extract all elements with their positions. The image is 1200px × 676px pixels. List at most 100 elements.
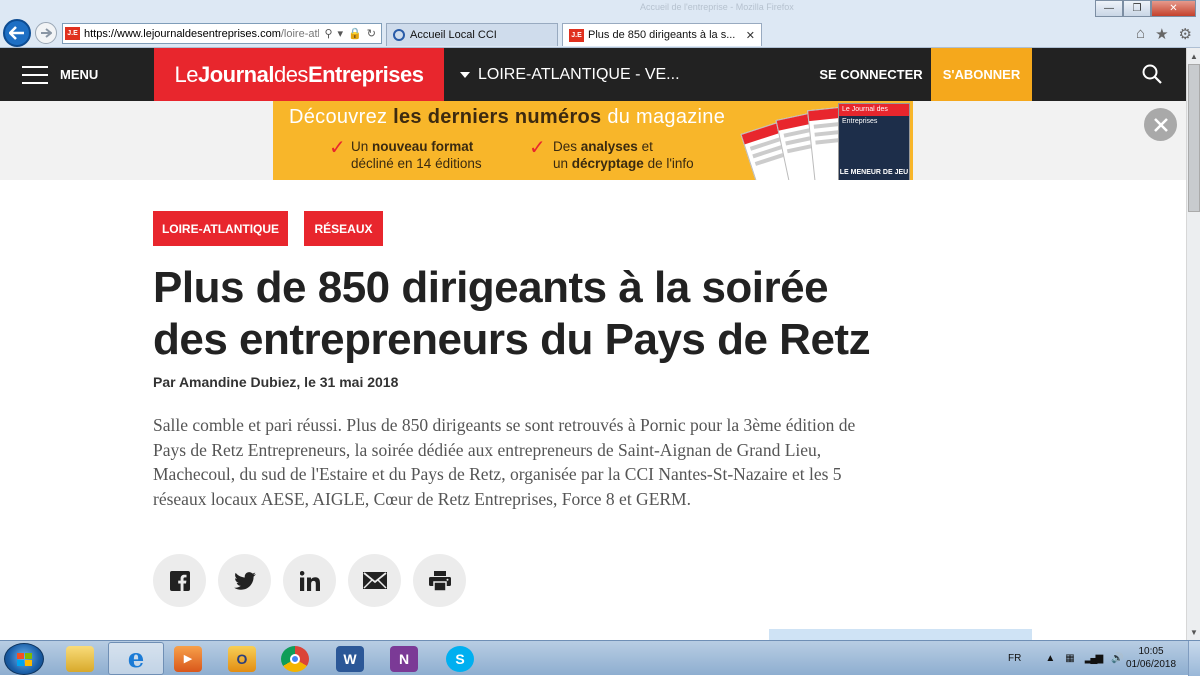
site-logo[interactable]: Le Journal des Entreprises	[154, 48, 444, 101]
volume-icon[interactable]: 🔊	[1111, 653, 1123, 664]
window-controls: — ❐ ✕	[1095, 0, 1196, 17]
search-icon[interactable]: ⚲	[324, 27, 332, 40]
close-tab-icon[interactable]: ✕	[746, 29, 755, 42]
settings-gear-icon[interactable]: ⚙	[1179, 25, 1192, 43]
taskbar-word[interactable]: W	[322, 642, 378, 675]
subscribe-button[interactable]: S'ABONNER	[931, 48, 1032, 101]
address-bar[interactable]: J.E https://www.lejournaldesentreprises.…	[62, 23, 382, 44]
clock-date: 01/06/2018	[1125, 659, 1177, 670]
article-title: Plus de 850 dirigeants à la soirée des e…	[153, 263, 871, 364]
share-print-button[interactable]	[413, 554, 466, 607]
taskbar-clock[interactable]: 10:05 01/06/2018	[1124, 645, 1178, 671]
share-buttons	[153, 554, 466, 607]
show-hidden-icons-icon[interactable]: ▲	[1045, 653, 1055, 664]
article-byline: Par Amandine Dubiez, le 31 mai 2018	[153, 374, 399, 390]
caret-down-icon	[460, 71, 470, 78]
ad-text-bold: décryptage	[571, 156, 644, 171]
taskbar-skype[interactable]: S	[432, 642, 488, 675]
article-lead: Salle comble et pari réussi. Plus de 850…	[153, 415, 856, 509]
tag-loire-atlantique[interactable]: LOIRE-ATLANTIQUE	[153, 211, 288, 246]
logo-text-entreprises: Entreprises	[307, 61, 424, 87]
outlook-icon: O	[228, 645, 256, 672]
home-icon[interactable]: ⌂	[1136, 25, 1145, 43]
folder-icon	[66, 645, 94, 672]
page-scrollbar[interactable]: ▲ ▼	[1186, 48, 1200, 640]
word-icon: W	[336, 645, 364, 672]
taskbar-chrome[interactable]	[267, 642, 323, 675]
site-header: MENU Le Journal des Entreprises LOIRE-ATLAN…	[0, 48, 1186, 101]
checkmark-icon: ✓	[329, 137, 346, 159]
close-ad-button[interactable]	[1144, 108, 1177, 141]
ad-point-format: Un nouveau format décliné en 14 éditions	[351, 138, 482, 172]
forward-button[interactable]	[35, 22, 57, 44]
scroll-up-icon[interactable]: ▲	[1187, 48, 1200, 64]
share-twitter-button[interactable]	[218, 554, 271, 607]
ad-text: Des	[553, 139, 581, 154]
network-icon[interactable]: ▦	[1065, 653, 1074, 664]
onenote-icon: N	[390, 645, 418, 672]
ad-text: de l'info	[643, 156, 694, 171]
back-button[interactable]	[3, 19, 31, 47]
close-window-button[interactable]: ✕	[1151, 0, 1196, 17]
hamburger-icon	[22, 65, 48, 84]
url-host: https://www.lejournaldesentreprises.com	[84, 27, 281, 40]
cover-caption: LE MENEUR DE JEU	[839, 169, 909, 176]
windows-taskbar: e ▶ O W N S FR ▲ ▦ ▂▄▆ 🔊 10:05 01/06/201…	[0, 640, 1200, 676]
browser-chrome: Accueil de l'entreprise - Mozilla Firefo…	[0, 0, 1200, 48]
menu-button[interactable]: MENU	[22, 48, 98, 101]
internet-explorer-icon: e	[127, 643, 145, 674]
scroll-down-icon[interactable]: ▼	[1187, 624, 1200, 640]
browser-tab-cci[interactable]: Accueil Local CCI	[386, 23, 558, 46]
scrollbar-thumb[interactable]	[1188, 64, 1200, 212]
taskbar-outlook[interactable]: O	[214, 642, 270, 675]
ad-title-part: du magazine	[601, 106, 726, 128]
taskbar-media-player[interactable]: ▶	[160, 642, 216, 675]
print-icon	[428, 570, 451, 591]
ad-strip: Découvrez les derniers numéros du magazi…	[0, 101, 1186, 180]
signal-bars-icon[interactable]: ▂▄▆	[1085, 653, 1104, 664]
share-facebook-button[interactable]	[153, 554, 206, 607]
region-selector[interactable]: LOIRE-ATLANTIQUE - VE...	[460, 48, 680, 101]
logo-text-journal: Journal	[197, 61, 274, 87]
browser-tab-article[interactable]: J.E Plus de 850 dirigeants à la s... ✕	[562, 23, 762, 46]
taskbar-file-explorer[interactable]	[52, 642, 108, 675]
favorites-star-icon[interactable]: ★	[1155, 25, 1168, 43]
logo-text-des: des	[273, 61, 308, 87]
tag-reseaux[interactable]: RÉSEAUX	[304, 211, 383, 246]
chrome-icon	[281, 645, 309, 672]
refresh-icon[interactable]: ↻	[367, 27, 376, 40]
ad-title-part: Découvrez	[289, 106, 394, 128]
skype-icon: S	[446, 645, 474, 672]
cover-brand: Le Journal des Entreprises	[839, 104, 909, 125]
facebook-icon	[169, 570, 190, 591]
media-player-icon: ▶	[174, 645, 202, 672]
region-label: LOIRE-ATLANTIQUE - VE...	[478, 65, 680, 83]
url-path: /loire-atla	[280, 27, 320, 40]
email-icon	[362, 572, 387, 589]
close-icon	[1153, 117, 1168, 132]
start-button[interactable]	[4, 643, 44, 675]
maximize-button[interactable]: ❐	[1123, 0, 1151, 17]
taskbar-internet-explorer[interactable]: e	[108, 642, 164, 675]
ad-title-bold: les derniers numéros	[393, 106, 602, 128]
search-icon[interactable]	[1142, 64, 1162, 84]
share-linkedin-button[interactable]	[283, 554, 336, 607]
site-favicon-icon: J.E	[65, 27, 80, 40]
minimize-button[interactable]: —	[1095, 0, 1123, 17]
share-email-button[interactable]	[348, 554, 401, 607]
show-desktop-button[interactable]	[1188, 641, 1200, 676]
dropdown-icon[interactable]: ▾	[338, 27, 344, 40]
checkmark-icon: ✓	[529, 137, 546, 159]
magazine-ad-banner[interactable]: Découvrez les derniers numéros du magazi…	[273, 101, 913, 180]
back-arrow-icon	[9, 26, 24, 40]
ad-text: un	[553, 156, 572, 171]
lock-icon[interactable]: 🔒	[348, 27, 362, 40]
language-indicator[interactable]: FR	[1008, 653, 1021, 664]
ad-text-bold: nouveau format	[372, 139, 474, 154]
address-url[interactable]: https://www.lejournaldesentreprises.com/…	[84, 28, 319, 40]
system-tray: FR ▲ ▦ ▂▄▆ 🔊	[1008, 641, 1124, 676]
taskbar-onenote[interactable]: N	[376, 642, 432, 675]
clock-time: 10:05	[1138, 646, 1164, 657]
login-button[interactable]: SE CONNECTER	[812, 48, 930, 101]
menu-label: MENU	[60, 67, 99, 82]
